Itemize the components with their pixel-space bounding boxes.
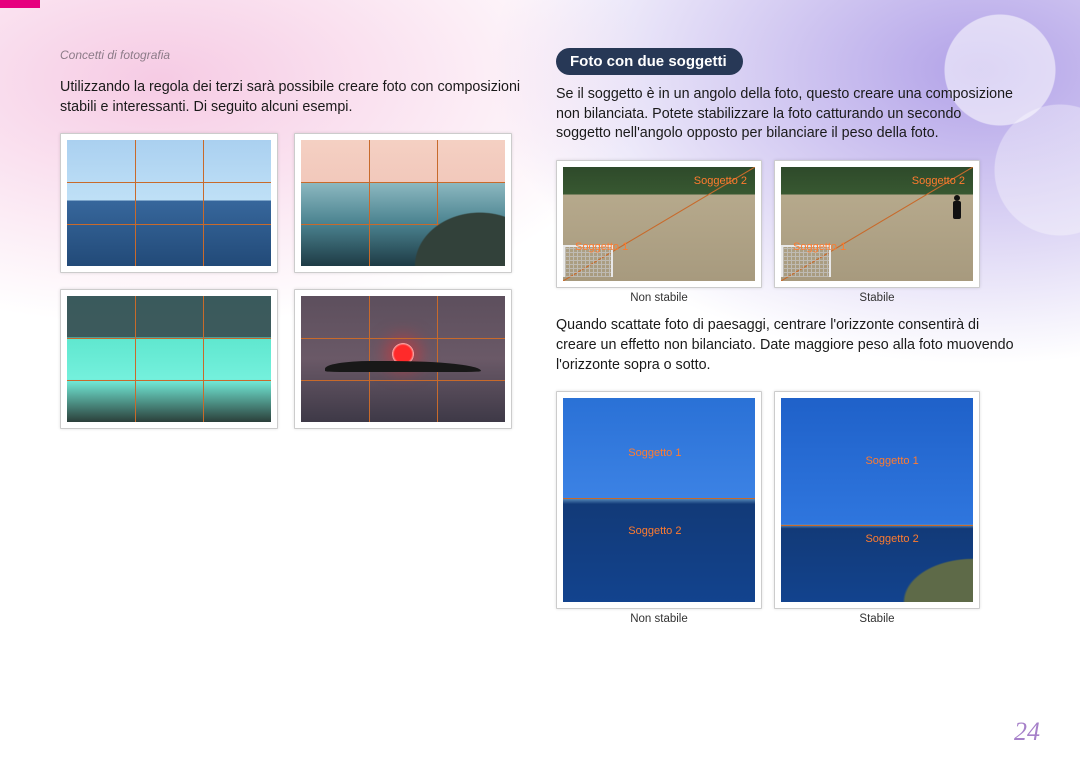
grid-line — [301, 224, 505, 225]
comparison-pair: Soggetto 1 Soggetto 2 Non stabile Sogget… — [556, 391, 1020, 637]
example-image-sunset — [301, 296, 505, 422]
field-image: Soggetto 2 Soggetto 1 — [781, 167, 973, 281]
comparison-thumb-stable: Soggetto 2 Soggetto 1 — [774, 160, 980, 288]
comparison-thumb-unstable: Soggetto 1 Soggetto 2 — [556, 391, 762, 609]
grid-line — [369, 296, 370, 422]
grid-line — [135, 140, 136, 266]
caption-unstable: Non stabile — [630, 292, 688, 304]
grid-line — [67, 182, 271, 183]
grid-line — [301, 182, 505, 183]
subject-label: Soggetto 1 — [793, 241, 846, 253]
example-thumb — [60, 133, 278, 273]
grid-line — [203, 296, 204, 422]
caption-stable: Stabile — [859, 613, 894, 625]
body-text: Quando scattate foto di paesaggi, centra… — [556, 316, 1020, 375]
section-heading: Foto con due soggetti — [556, 48, 743, 75]
grid-line — [67, 338, 271, 339]
subject-label: Soggetto 2 — [912, 175, 965, 187]
example-image-cliff — [301, 140, 505, 266]
rocks-icon — [893, 552, 973, 602]
example-thumb — [294, 289, 512, 429]
subject-label: Soggetto 1 — [628, 447, 681, 459]
grid-line — [369, 140, 370, 266]
field-image: Soggetto 2 Soggetto 1 — [563, 167, 755, 281]
right-column: Foto con due soggetti Se il soggetto è i… — [556, 48, 1020, 637]
section-marker — [0, 0, 40, 8]
body-text: Se il soggetto è in un angolo della foto… — [556, 85, 1020, 144]
example-grid — [60, 133, 524, 429]
example-image-sea — [67, 140, 271, 266]
subject-label: Soggetto 1 — [865, 455, 918, 467]
subject-label: Soggetto 2 — [694, 175, 747, 187]
person-icon — [953, 201, 961, 219]
grid-line — [203, 140, 204, 266]
intro-text: Utilizzando la regola dei terzi sarà pos… — [60, 78, 524, 117]
comparison-thumb-stable: Soggetto 1 Soggetto 2 — [774, 391, 980, 609]
grid-line — [135, 296, 136, 422]
example-thumb — [60, 289, 278, 429]
sea-horizon-image: Soggetto 1 Soggetto 2 — [781, 398, 973, 602]
sea-horizon-image: Soggetto 1 Soggetto 2 — [563, 398, 755, 602]
example-image-lake — [67, 296, 271, 422]
horizon-line — [563, 498, 755, 499]
grid-line — [301, 380, 505, 381]
caption-stable: Stabile — [859, 292, 894, 304]
grid-line — [301, 338, 505, 339]
example-thumb — [294, 133, 512, 273]
subject-label: Soggetto 1 — [575, 241, 628, 253]
comparison-thumb-unstable: Soggetto 2 Soggetto 1 — [556, 160, 762, 288]
grid-line — [437, 140, 438, 266]
page-number: 24 — [1014, 717, 1040, 747]
caption-unstable: Non stabile — [630, 613, 688, 625]
grid-line — [67, 380, 271, 381]
grid-line — [437, 296, 438, 422]
breadcrumb: Concetti di fotografia — [60, 48, 524, 62]
comparison-pair: Soggetto 2 Soggetto 1 Non stabile — [556, 160, 1020, 316]
subject-label: Soggetto 2 — [865, 533, 918, 545]
subject-label: Soggetto 2 — [628, 525, 681, 537]
grid-line — [67, 224, 271, 225]
left-column: Concetti di fotografia Utilizzando la re… — [60, 48, 524, 637]
horizon-line — [781, 525, 973, 526]
